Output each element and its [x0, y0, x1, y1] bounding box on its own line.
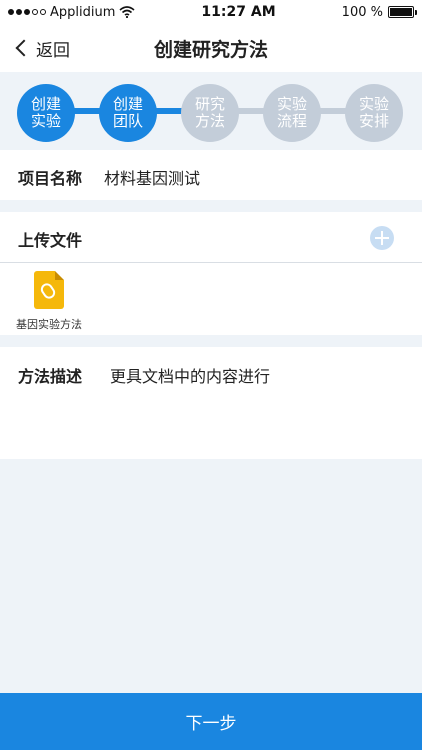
- status-left: Applidium: [8, 5, 135, 20]
- file-list: 基因实验方法: [0, 263, 422, 335]
- battery-fill: [389, 8, 412, 16]
- method-description-row: 方法描述 更具文档中的内容进行: [0, 347, 422, 459]
- next-step-button[interactable]: 下一步: [0, 693, 422, 750]
- file-name: 基因实验方法: [16, 318, 82, 331]
- step-create-experiment[interactable]: 创建 实验: [17, 84, 75, 142]
- signal-dot: [24, 9, 30, 15]
- progress-stepper: 创建 实验 创建 团队 研究 方法 实验 流程 实验 安排: [0, 72, 422, 148]
- project-name-row: 项目名称 材料基因测试: [0, 150, 422, 200]
- plus-circle-icon[interactable]: [370, 226, 394, 250]
- paperclip-icon: [38, 281, 58, 301]
- step-create-team[interactable]: 创建 团队: [99, 84, 157, 142]
- step-research-method[interactable]: 研究 方法: [181, 84, 239, 142]
- method-description-value[interactable]: 更具文档中的内容进行: [110, 363, 270, 387]
- method-description-label: 方法描述: [18, 367, 83, 386]
- back-label: 返回: [36, 40, 70, 61]
- carrier-name: Applidium: [50, 4, 116, 20]
- status-bar: Applidium 11:27 AM 100 %: [0, 0, 422, 24]
- battery-icon: [387, 6, 417, 18]
- status-right: 100 %: [341, 4, 417, 20]
- back-button[interactable]: 返回: [14, 24, 70, 72]
- chevron-left-icon: [15, 39, 33, 57]
- step-experiment-process[interactable]: 实验 流程: [263, 84, 321, 142]
- page-title: 创建研究方法: [153, 38, 268, 61]
- project-name-label: 项目名称: [18, 169, 83, 188]
- wifi-icon: [119, 6, 135, 18]
- signal-dot: [40, 9, 46, 15]
- upload-file-label: 上传文件: [18, 231, 83, 250]
- step-experiment-schedule[interactable]: 实验 安排: [345, 84, 403, 142]
- nav-bar: 返回 创建研究方法: [0, 24, 422, 72]
- signal-dot: [8, 9, 14, 15]
- upload-file-header: 上传文件: [0, 212, 422, 262]
- paperclip-document-icon: [34, 271, 64, 309]
- status-time: 11:27 AM: [201, 4, 276, 20]
- file-item[interactable]: 基因实验方法: [12, 271, 86, 331]
- signal-strength-icon: [8, 9, 46, 15]
- signal-dot: [16, 9, 22, 15]
- battery-percent: 100 %: [341, 4, 383, 20]
- project-name-value[interactable]: 材料基因测试: [104, 165, 200, 189]
- signal-dot: [32, 9, 38, 15]
